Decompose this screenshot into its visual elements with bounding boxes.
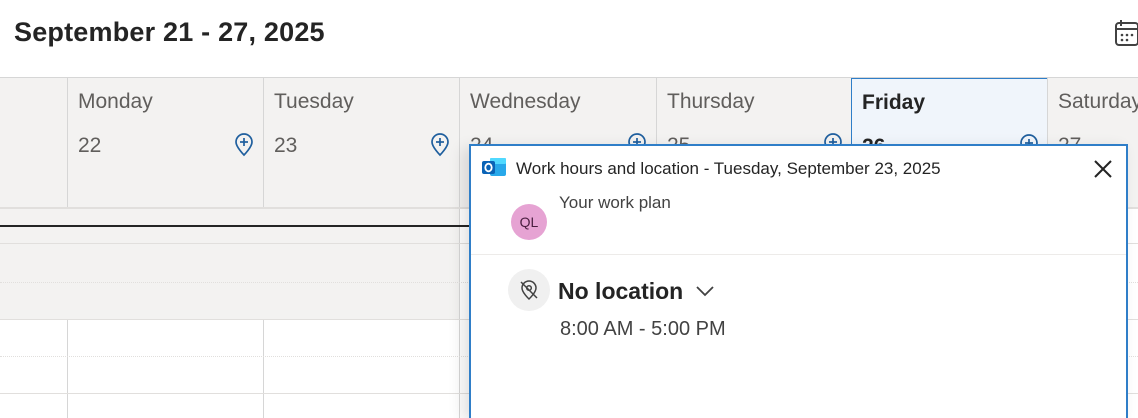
day-header: Monday 22: [68, 78, 263, 208]
time-gutter: [0, 78, 67, 418]
day-name: Wednesday: [470, 90, 581, 113]
avatar: QL: [511, 204, 547, 240]
day-name: Tuesday: [274, 90, 354, 113]
work-hours-popup: Work hours and location - Tuesday, Septe…: [469, 144, 1128, 418]
day-name: Monday: [78, 90, 153, 113]
day-name: Saturday: [1058, 90, 1138, 113]
location-icon-container: [508, 269, 550, 311]
add-location-icon[interactable]: [429, 132, 451, 158]
location-off-icon: [520, 280, 538, 301]
current-time-line: [0, 225, 470, 227]
add-location-icon[interactable]: [233, 132, 255, 158]
chevron-down-icon: [696, 286, 714, 297]
popup-header: Work hours and location - Tuesday, Septe…: [471, 146, 1126, 190]
work-plan-label: Your work plan: [559, 193, 671, 212]
location-dropdown[interactable]: No location: [558, 276, 715, 306]
day-header: Tuesday 23: [264, 78, 459, 208]
popup-divider: [471, 254, 1126, 255]
day-number[interactable]: 22: [78, 134, 101, 158]
work-time-range: 8:00 AM - 5:00 PM: [560, 318, 726, 340]
location-label: No location: [558, 277, 684, 304]
close-icon[interactable]: [1090, 156, 1116, 182]
day-number[interactable]: 23: [274, 134, 297, 158]
calendar-header: September 21 - 27, 2025: [0, 0, 1138, 78]
day-name: Friday: [862, 91, 926, 114]
outlook-icon: [482, 158, 506, 176]
popup-title: Work hours and location - Tuesday, Septe…: [516, 159, 941, 178]
calendar-view-icon[interactable]: [1112, 18, 1138, 48]
page-title: September 21 - 27, 2025: [14, 17, 325, 47]
day-name: Thursday: [667, 90, 755, 113]
